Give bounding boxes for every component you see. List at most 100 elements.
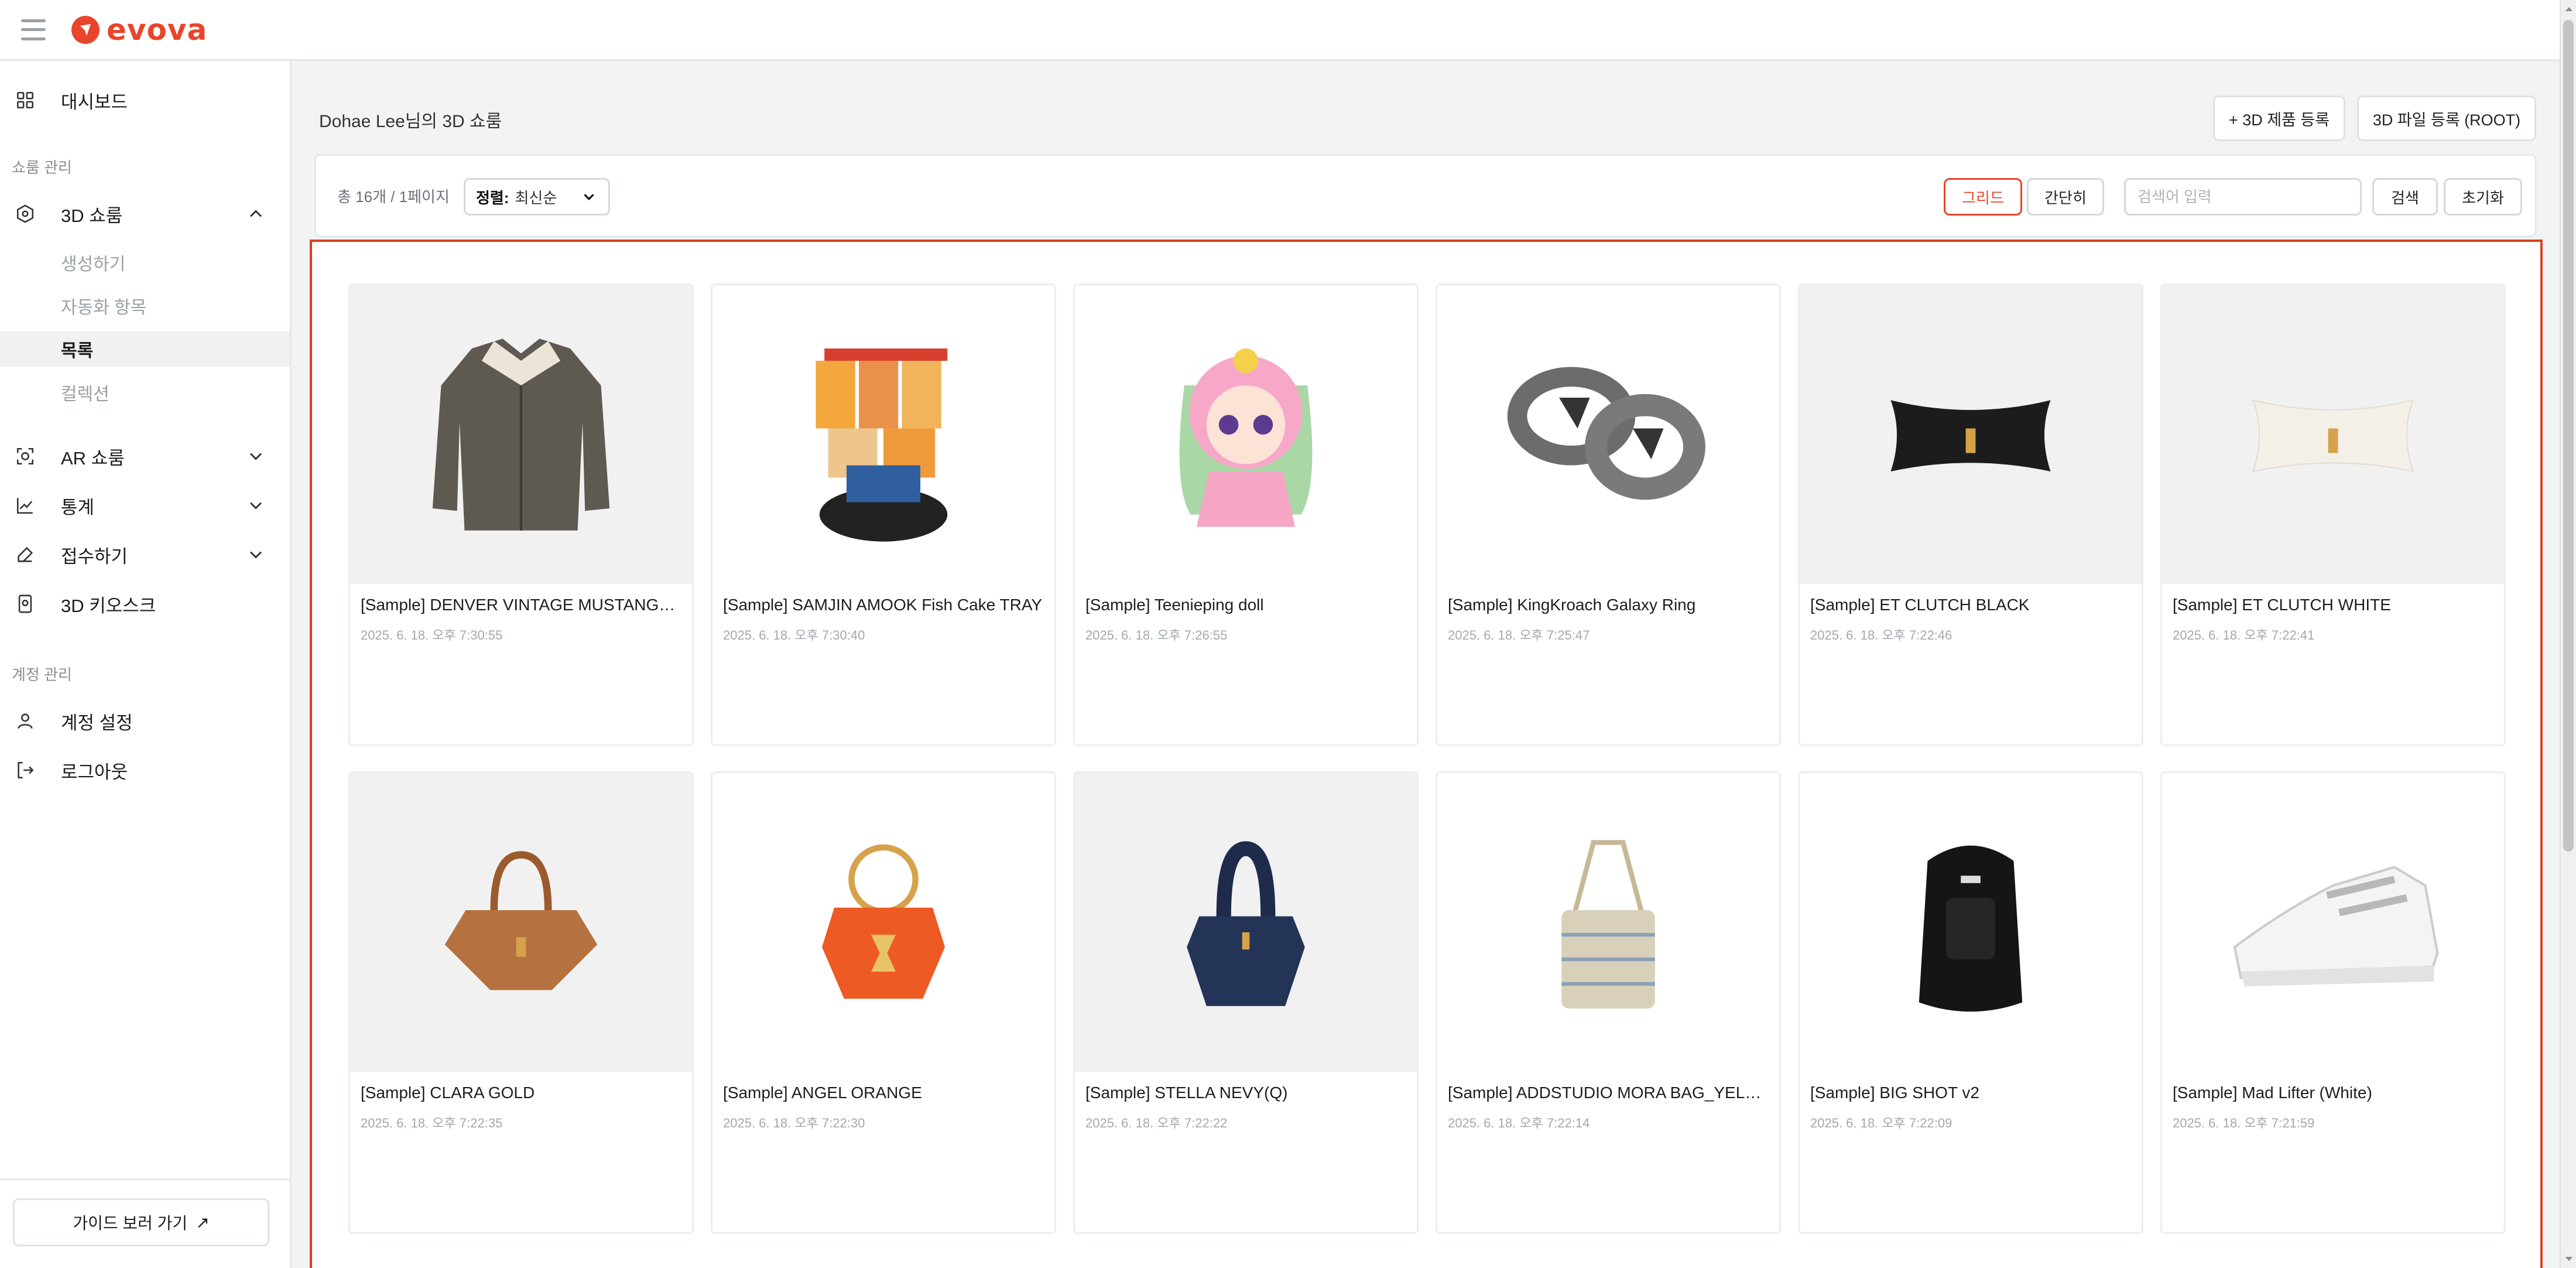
register-3d-file-button[interactable]: 3D 파일 등록 (ROOT) bbox=[2357, 95, 2536, 141]
product-card[interactable]: [Sample] ET CLUTCH BLACK 2025. 6. 18. 오후… bbox=[1798, 283, 2143, 746]
menu-icon[interactable] bbox=[21, 19, 46, 40]
sidebar-item-label: 3D 쇼룸 bbox=[61, 205, 123, 226]
ring-image bbox=[1437, 285, 1779, 584]
sidebar-subitem-create[interactable]: 생성하기 bbox=[0, 245, 290, 280]
product-title: [Sample] STELLA NEVY(Q) bbox=[1085, 1084, 1288, 1102]
reset-button[interactable]: 초기화 bbox=[2444, 178, 2522, 216]
product-card[interactable]: [Sample] KingKroach Galaxy Ring 2025. 6.… bbox=[1436, 283, 1781, 746]
sidebar-item-ar-showroom[interactable]: AR 쇼룸 bbox=[0, 436, 290, 477]
sort-select[interactable]: 정렬: 최신순 bbox=[464, 178, 610, 216]
product-date: 2025. 6. 18. 오후 7:22:46 bbox=[1810, 628, 1952, 642]
product-title: [Sample] BIG SHOT v2 bbox=[1810, 1084, 1979, 1102]
sidebar-item-label: 3D 키오스크 bbox=[61, 595, 156, 616]
sort-value: 최신순 bbox=[515, 189, 557, 207]
clutch-white-image bbox=[2162, 285, 2504, 584]
sidebar-item-stats[interactable]: 통계 bbox=[0, 485, 290, 526]
product-date: 2025. 6. 18. 오후 7:26:55 bbox=[1085, 628, 1228, 642]
product-card[interactable]: [Sample] Mad Lifter (White) 2025. 6. 18.… bbox=[2160, 771, 2506, 1234]
page-title: Dohae Lee님의 3D 쇼룸 bbox=[319, 112, 502, 131]
handbag-brown-image bbox=[350, 773, 692, 1072]
logout-icon bbox=[14, 759, 36, 781]
view-simple-button[interactable]: 간단히 bbox=[2027, 178, 2104, 216]
product-date: 2025. 6. 18. 오후 7:22:22 bbox=[1085, 1116, 1228, 1130]
ar-scan-icon bbox=[14, 445, 36, 467]
sidebar-item-label: 계정 설정 bbox=[61, 712, 133, 733]
backpack-image bbox=[1800, 773, 2142, 1072]
scroll-up-arrow-icon[interactable] bbox=[2561, 0, 2576, 18]
product-date: 2025. 6. 18. 오후 7:30:40 bbox=[723, 628, 865, 642]
view-grid-button[interactable]: 그리드 bbox=[1944, 178, 2022, 216]
sneaker-image bbox=[2162, 773, 2504, 1072]
product-card[interactable]: [Sample] SAMJIN AMOOK Fish Cake TRAY 202… bbox=[711, 283, 1056, 746]
product-title: [Sample] ET CLUTCH WHITE bbox=[2173, 596, 2391, 614]
sidebar-item-logout[interactable]: 로그아웃 bbox=[0, 750, 290, 791]
product-title: [Sample] DENVER VINTAGE MUSTANG_BROWN bbox=[361, 596, 683, 614]
shoulder-bag-image bbox=[1437, 773, 1779, 1072]
product-card[interactable]: [Sample] Teenieping doll 2025. 6. 18. 오후… bbox=[1073, 283, 1419, 746]
sidebar-item-kiosk[interactable]: 3D 키오스크 bbox=[0, 583, 290, 624]
user-icon bbox=[14, 710, 36, 732]
product-date: 2025. 6. 18. 오후 7:25:47 bbox=[1448, 628, 1590, 642]
list-toolbar: 총 16개 / 1페이지 정렬: 최신순 그리드 간단히 검색 초기화 bbox=[314, 154, 2537, 237]
product-date: 2025. 6. 18. 오후 7:22:35 bbox=[361, 1116, 503, 1130]
chevron-down-icon[interactable] bbox=[245, 544, 266, 565]
sidebar-subitem-collection[interactable]: 컬렉션 bbox=[0, 375, 290, 410]
register-3d-product-button[interactable]: + 3D 제품 등록 bbox=[2213, 95, 2345, 141]
sidebar-item-intake[interactable]: 접수하기 bbox=[0, 534, 290, 575]
search-button[interactable]: 검색 bbox=[2372, 178, 2438, 216]
logo[interactable]: evova bbox=[71, 13, 207, 47]
product-card[interactable]: [Sample] CLARA GOLD 2025. 6. 18. 오후 7:22… bbox=[348, 771, 694, 1234]
product-date: 2025. 6. 18. 오후 7:22:09 bbox=[1810, 1116, 1952, 1130]
edit-icon bbox=[14, 544, 36, 566]
sidebar-item-label: 접수하기 bbox=[61, 546, 128, 567]
chevron-up-icon[interactable] bbox=[245, 203, 266, 224]
sidebar-item-3d-showroom[interactable]: 3D 쇼룸 bbox=[0, 193, 290, 234]
chevron-down-icon[interactable] bbox=[245, 446, 266, 467]
product-grid: [Sample] DENVER VINTAGE MUSTANG_BROWN 20… bbox=[310, 240, 2543, 1268]
sidebar-item-account-settings[interactable]: 계정 설정 bbox=[0, 700, 290, 741]
product-card[interactable]: [Sample] BIG SHOT v2 2025. 6. 18. 오후 7:2… bbox=[1798, 771, 2143, 1234]
grid-icon bbox=[14, 89, 36, 111]
sidebar-divider bbox=[0, 1178, 290, 1180]
jacket-image bbox=[350, 285, 692, 584]
sidebar-subitem-list[interactable]: 목록 bbox=[0, 331, 290, 367]
product-title: [Sample] Mad Lifter (White) bbox=[2173, 1084, 2372, 1102]
scrollbar[interactable] bbox=[2560, 0, 2576, 1268]
logo-mark-icon bbox=[71, 15, 100, 44]
product-title: [Sample] SAMJIN AMOOK Fish Cake TRAY bbox=[723, 596, 1043, 614]
external-link-icon: ↗ bbox=[196, 1213, 210, 1232]
result-count: 총 16개 / 1페이지 bbox=[337, 188, 450, 206]
product-card[interactable]: [Sample] ADDSTUDIO MORA BAG_YELLOW 2025.… bbox=[1436, 771, 1781, 1234]
product-date: 2025. 6. 18. 오후 7:30:55 bbox=[361, 628, 503, 642]
guide-button[interactable]: 가이드 보러 가기 ↗ bbox=[13, 1198, 269, 1246]
product-date: 2025. 6. 18. 오후 7:22:30 bbox=[723, 1116, 865, 1130]
cube-icon bbox=[14, 203, 36, 225]
search-input[interactable] bbox=[2124, 178, 2362, 216]
sidebar-subitem-automation[interactable]: 자동화 항목 bbox=[0, 288, 290, 323]
sidebar-item-label: 로그아웃 bbox=[61, 761, 128, 782]
handbag-navy-image bbox=[1075, 773, 1417, 1072]
section-label-account: 계정 관리 bbox=[12, 666, 72, 683]
product-card[interactable]: [Sample] ET CLUTCH WHITE 2025. 6. 18. 오후… bbox=[2160, 283, 2506, 746]
product-card[interactable]: [Sample] ANGEL ORANGE 2025. 6. 18. 오후 7:… bbox=[711, 771, 1056, 1234]
sort-key-label: 정렬: bbox=[476, 189, 509, 207]
sidebar-item-dashboard[interactable]: 대시보드 bbox=[0, 80, 290, 121]
chart-line-icon bbox=[14, 494, 36, 517]
product-title: [Sample] ANGEL ORANGE bbox=[723, 1084, 922, 1102]
clutch-black-image bbox=[1800, 285, 2142, 584]
top-bar: evova bbox=[0, 0, 2560, 61]
product-title: [Sample] Teenieping doll bbox=[1085, 596, 1264, 614]
fishcake-tray-image bbox=[712, 285, 1054, 584]
guide-button-label: 가이드 보러 가기 bbox=[73, 1214, 188, 1232]
scrollbar-thumb[interactable] bbox=[2563, 20, 2574, 852]
product-card[interactable]: [Sample] STELLA NEVY(Q) 2025. 6. 18. 오후 … bbox=[1073, 771, 1419, 1234]
chevron-down-icon bbox=[584, 194, 594, 201]
scroll-down-arrow-icon[interactable] bbox=[2561, 1250, 2576, 1268]
product-date: 2025. 6. 18. 오후 7:22:14 bbox=[1448, 1116, 1590, 1130]
chevron-down-icon[interactable] bbox=[245, 495, 266, 516]
sidebar-item-label: 통계 bbox=[61, 497, 95, 518]
kiosk-icon bbox=[14, 593, 36, 615]
product-title: [Sample] CLARA GOLD bbox=[361, 1084, 535, 1102]
product-card[interactable]: [Sample] DENVER VINTAGE MUSTANG_BROWN 20… bbox=[348, 283, 694, 746]
logo-text: evova bbox=[107, 12, 208, 47]
